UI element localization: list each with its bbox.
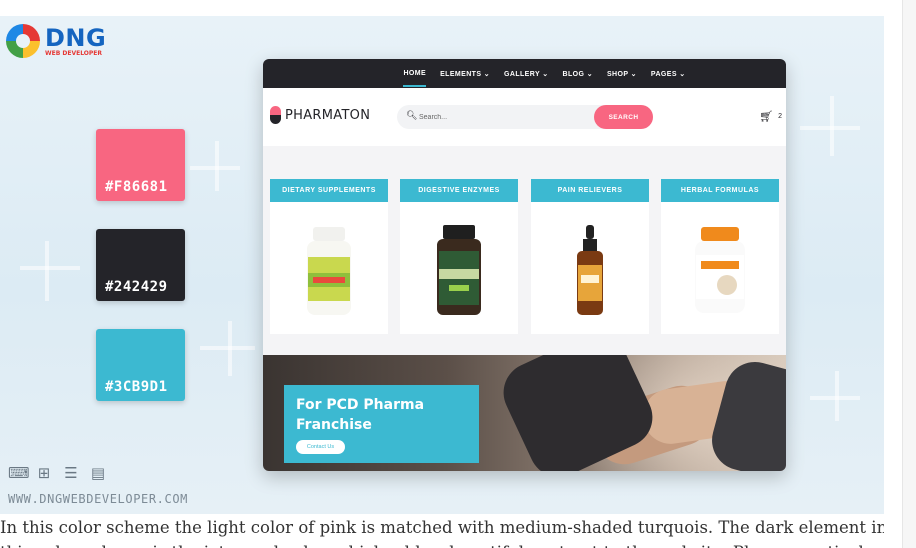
tool-icons: ⌨ ⊞ ☰ ▤ [8, 464, 107, 482]
category-card[interactable]: DIGESTIVE ENZYMES [400, 179, 518, 334]
mockup-header: PHARMATON 🔍︎ SEARCH 🛒︎ 2 [263, 88, 786, 146]
article-paragraph: In this color scheme the light color of … [0, 515, 884, 548]
chevron-down-icon: ⌄ [630, 70, 637, 78]
swatch-pink-label: #F86681 [105, 179, 168, 195]
nav-shop[interactable]: SHOP ⌄ [607, 70, 637, 78]
herbal-bottle-image [695, 227, 745, 313]
category-title: DIETARY SUPPLEMENTS [270, 179, 388, 202]
contact-us-button[interactable]: Contact Us [296, 440, 345, 454]
promo-box: For PCD Pharma Franchise Contact Us [284, 385, 479, 463]
brand-logo[interactable]: DNG WEB DEVELOPER [6, 24, 106, 58]
website-mockup: HOME ELEMENTS ⌄ GALLERY ⌄ BLOG ⌄ SHOP ⌄ … [263, 59, 786, 471]
mockup-nav: HOME ELEMENTS ⌄ GALLERY ⌄ BLOG ⌄ SHOP ⌄ … [263, 59, 786, 88]
document-chart-icon: ▤ [90, 464, 106, 482]
chevron-down-icon: ⌄ [483, 70, 491, 78]
nav-gallery[interactable]: GALLERY ⌄ [504, 70, 548, 78]
chevron-down-icon: ⌄ [586, 70, 593, 78]
search-icon: 🔍︎ [406, 111, 418, 121]
promo-title: For PCD Pharma Franchise [296, 397, 425, 433]
category-card[interactable]: HERBAL FORMULAS [661, 179, 779, 334]
nav-elements[interactable]: ELEMENTS ⌄ [440, 70, 490, 78]
promo-banner: For PCD Pharma Franchise Contact Us [263, 355, 786, 471]
swatch-turquoise: #3CB9D1 [96, 329, 185, 401]
swatch-turquoise-label: #3CB9D1 [105, 379, 168, 395]
nav-blog[interactable]: BLOG ⌄ [563, 70, 593, 78]
logo-icon [6, 24, 40, 58]
tincture-bottle-image [577, 225, 603, 315]
mockup-brand[interactable]: PHARMATON [270, 106, 370, 124]
category-title: DIGESTIVE ENZYMES [400, 179, 518, 202]
logo-tagline: WEB DEVELOPER [45, 49, 103, 57]
category-card[interactable]: DIETARY SUPPLEMENTS [270, 179, 388, 334]
category-title: HERBAL FORMULAS [661, 179, 779, 202]
chevron-down-icon: ⌄ [679, 70, 686, 78]
enzyme-bottle-image [437, 225, 481, 315]
swatch-pink: #F86681 [96, 129, 185, 201]
showcase-image: DNG WEB DEVELOPER #F86681 #242429 #3CB9D… [0, 16, 884, 514]
supplement-bottle-image [307, 227, 351, 315]
logo-name: DNG [45, 23, 107, 52]
chevron-down-icon: ⌄ [542, 70, 549, 78]
swatch-dark-label: #242429 [105, 279, 168, 295]
nav-home[interactable]: HOME [403, 70, 426, 87]
paragraph-line: In this color scheme the light color of … [0, 518, 884, 537]
mockup-search: 🔍︎ SEARCH [397, 105, 653, 129]
search-button[interactable]: SEARCH [594, 105, 653, 129]
search-input[interactable] [419, 110, 569, 124]
database-icon: ☰ [64, 464, 78, 482]
sitemap-icon: ⊞ [37, 464, 51, 482]
nav-pages[interactable]: PAGES ⌄ [651, 70, 686, 78]
category-title: PAIN RELIEVERS [531, 179, 649, 202]
product-categories: DIETARY SUPPLEMENTS DIGESTIVE ENZYMES PA… [263, 146, 786, 354]
paragraph-line: this color scheme is the jet-gray backg,… [0, 540, 884, 548]
site-url: WWW.DNGWEBDEVELOPER.COM [8, 492, 188, 506]
cart-count: 2 [778, 113, 782, 120]
code-window-icon: ⌨ [8, 464, 30, 482]
pill-icon [270, 106, 281, 124]
page-scrollbar[interactable] [902, 0, 916, 548]
mockup-cart[interactable]: 🛒︎ 2 [759, 110, 782, 123]
cart-icon: 🛒︎ [759, 110, 774, 123]
swatch-dark: #242429 [96, 229, 185, 301]
mockup-brand-name: PHARMATON [285, 107, 371, 123]
category-card[interactable]: PAIN RELIEVERS [531, 179, 649, 334]
